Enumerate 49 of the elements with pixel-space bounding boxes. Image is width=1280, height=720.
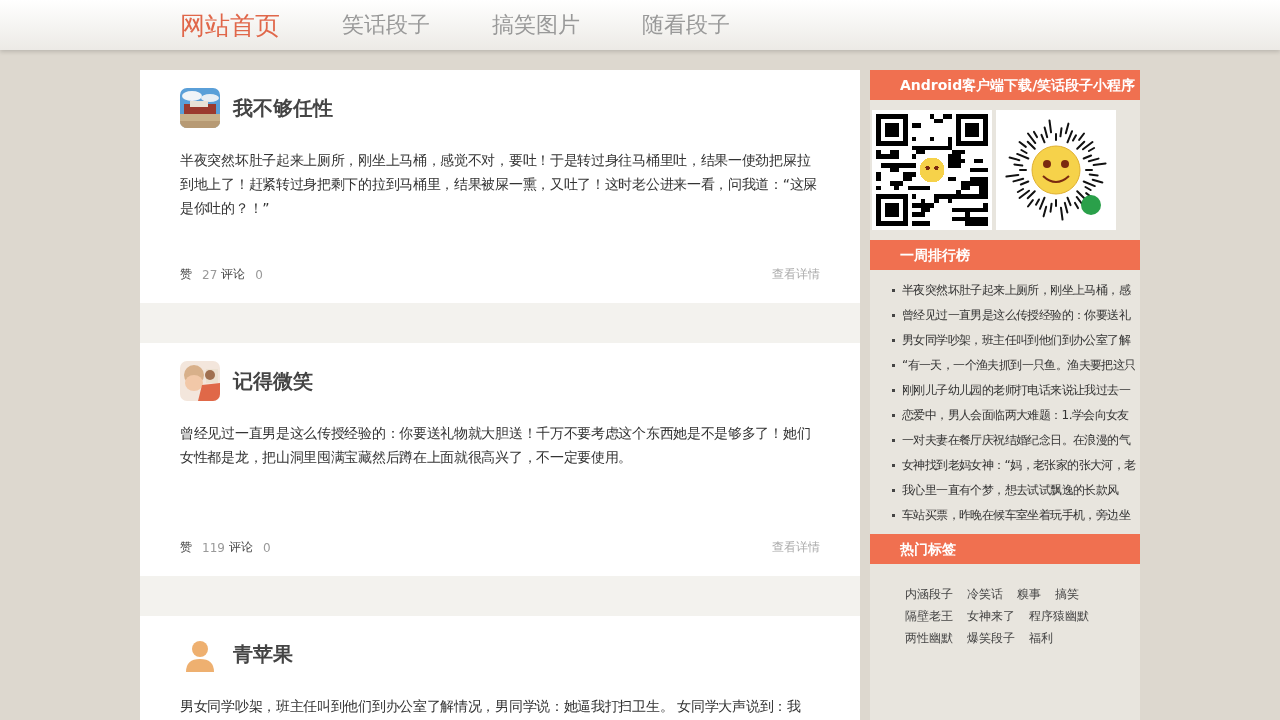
ranking-link[interactable]: 一对夫妻在餐厅庆祝结婚纪念日。在浪漫的气 — [902, 432, 1130, 449]
bullet-icon — [892, 314, 895, 317]
tag-link[interactable]: 内涵段子 — [905, 586, 953, 603]
bullet-icon — [892, 514, 895, 517]
comment-label[interactable]: 评论 — [228, 539, 253, 556]
ranking-link[interactable]: 我心里一直有个梦，想去试试飘逸的长款风 — [902, 482, 1119, 499]
like-count: 27 — [202, 267, 218, 282]
tag-link[interactable]: 福利 — [1029, 630, 1053, 647]
tag-link[interactable]: 两性幽默 — [905, 630, 953, 647]
tag-link[interactable]: 搞笑 — [1055, 586, 1079, 603]
bullet-icon — [892, 289, 895, 292]
qr-code-icon — [872, 110, 992, 230]
comment-count: 0 — [255, 267, 263, 282]
bullet-icon — [892, 389, 895, 392]
ranking-link[interactable]: 男女同学吵架，班主任叫到他们到办公室了解 — [902, 332, 1130, 349]
ranking-link[interactable]: 女神找到老妈女神：“妈，老张家的张大河，老 — [902, 457, 1136, 474]
ranking-link[interactable]: 半夜突然坏肚子起来上厕所，刚坐上马桶，感 — [902, 282, 1130, 299]
tag-link[interactable]: 糗事 — [1017, 586, 1041, 603]
tag-link[interactable]: 女神来了 — [967, 608, 1015, 625]
section-header: Android客户端下载/笑话段子小程序 — [870, 70, 1140, 100]
ranking-link[interactable]: 车站买票，昨晚在候车室坐着玩手机，旁边坐 — [902, 507, 1130, 524]
section-header: 热门标签 — [870, 534, 1140, 564]
like-label[interactable]: 赞 — [180, 539, 192, 556]
tag-link[interactable]: 隔壁老王 — [905, 608, 953, 625]
ranking-link[interactable]: 刚刚儿子幼儿园的老师打电话来说让我过去一 — [902, 382, 1130, 399]
post-text: 男女同学吵架，班主任叫到他们到办公室了解情况，男同学说：她逼我打扫卫生。 女同学大声说到：我 — [180, 697, 802, 716]
bullet-icon — [892, 414, 895, 417]
bullet-icon — [892, 439, 895, 442]
author-name[interactable]: 青苹果 — [233, 640, 293, 668]
post-text: 曾经见过一直男是这么传授经验的：你要送礼物就大胆送！千万不要考虑这个东西她是不是够多了！她们女性都是龙，把山洞里囤满宝藏然后蹲在上面就很高兴了，不一定要使用。 — [180, 424, 812, 467]
bullet-icon — [892, 339, 895, 342]
mini-program-code-icon — [996, 110, 1116, 230]
bullet-icon — [892, 364, 895, 367]
comment-label[interactable]: 评论 — [221, 266, 246, 283]
like-count: 119 — [202, 540, 225, 555]
ranking-link[interactable]: 曾经见过一直男是这么传授经验的：你要送礼 — [902, 307, 1130, 324]
comment-count: 0 — [262, 540, 271, 555]
post-text: 半夜突然坏肚子起来上厕所，刚坐上马桶，感觉不对，要吐！于是转过身往马桶里吐，结果一使劲把屎拉到地上了！赶紧转过身把剩下的拉到马桶里，结果被屎一熏，又吐了！这时老公进来一看，问我道：“这屎是你吐的？！” — [180, 151, 819, 218]
tag-link[interactable]: 程序猿幽默 — [1029, 608, 1089, 625]
bullet-icon — [892, 489, 895, 492]
tag-link[interactable]: 冷笑话 — [967, 586, 1003, 603]
section-header: 一周排行榜 — [870, 240, 1140, 270]
author-name[interactable]: 我不够任性 — [233, 94, 333, 122]
author-name[interactable]: 记得微笑 — [233, 367, 313, 395]
tag-link[interactable]: 爆笑段子 — [967, 630, 1015, 647]
ranking-link[interactable]: 恋爱中，男人会面临两大难题：1.学会向女友 — [902, 407, 1129, 424]
like-label[interactable]: 赞 — [180, 266, 192, 283]
ranking-link[interactable]: “有一天，一个渔夫抓到一只鱼。渔夫要把这只 — [902, 357, 1136, 374]
bullet-icon — [892, 464, 895, 467]
